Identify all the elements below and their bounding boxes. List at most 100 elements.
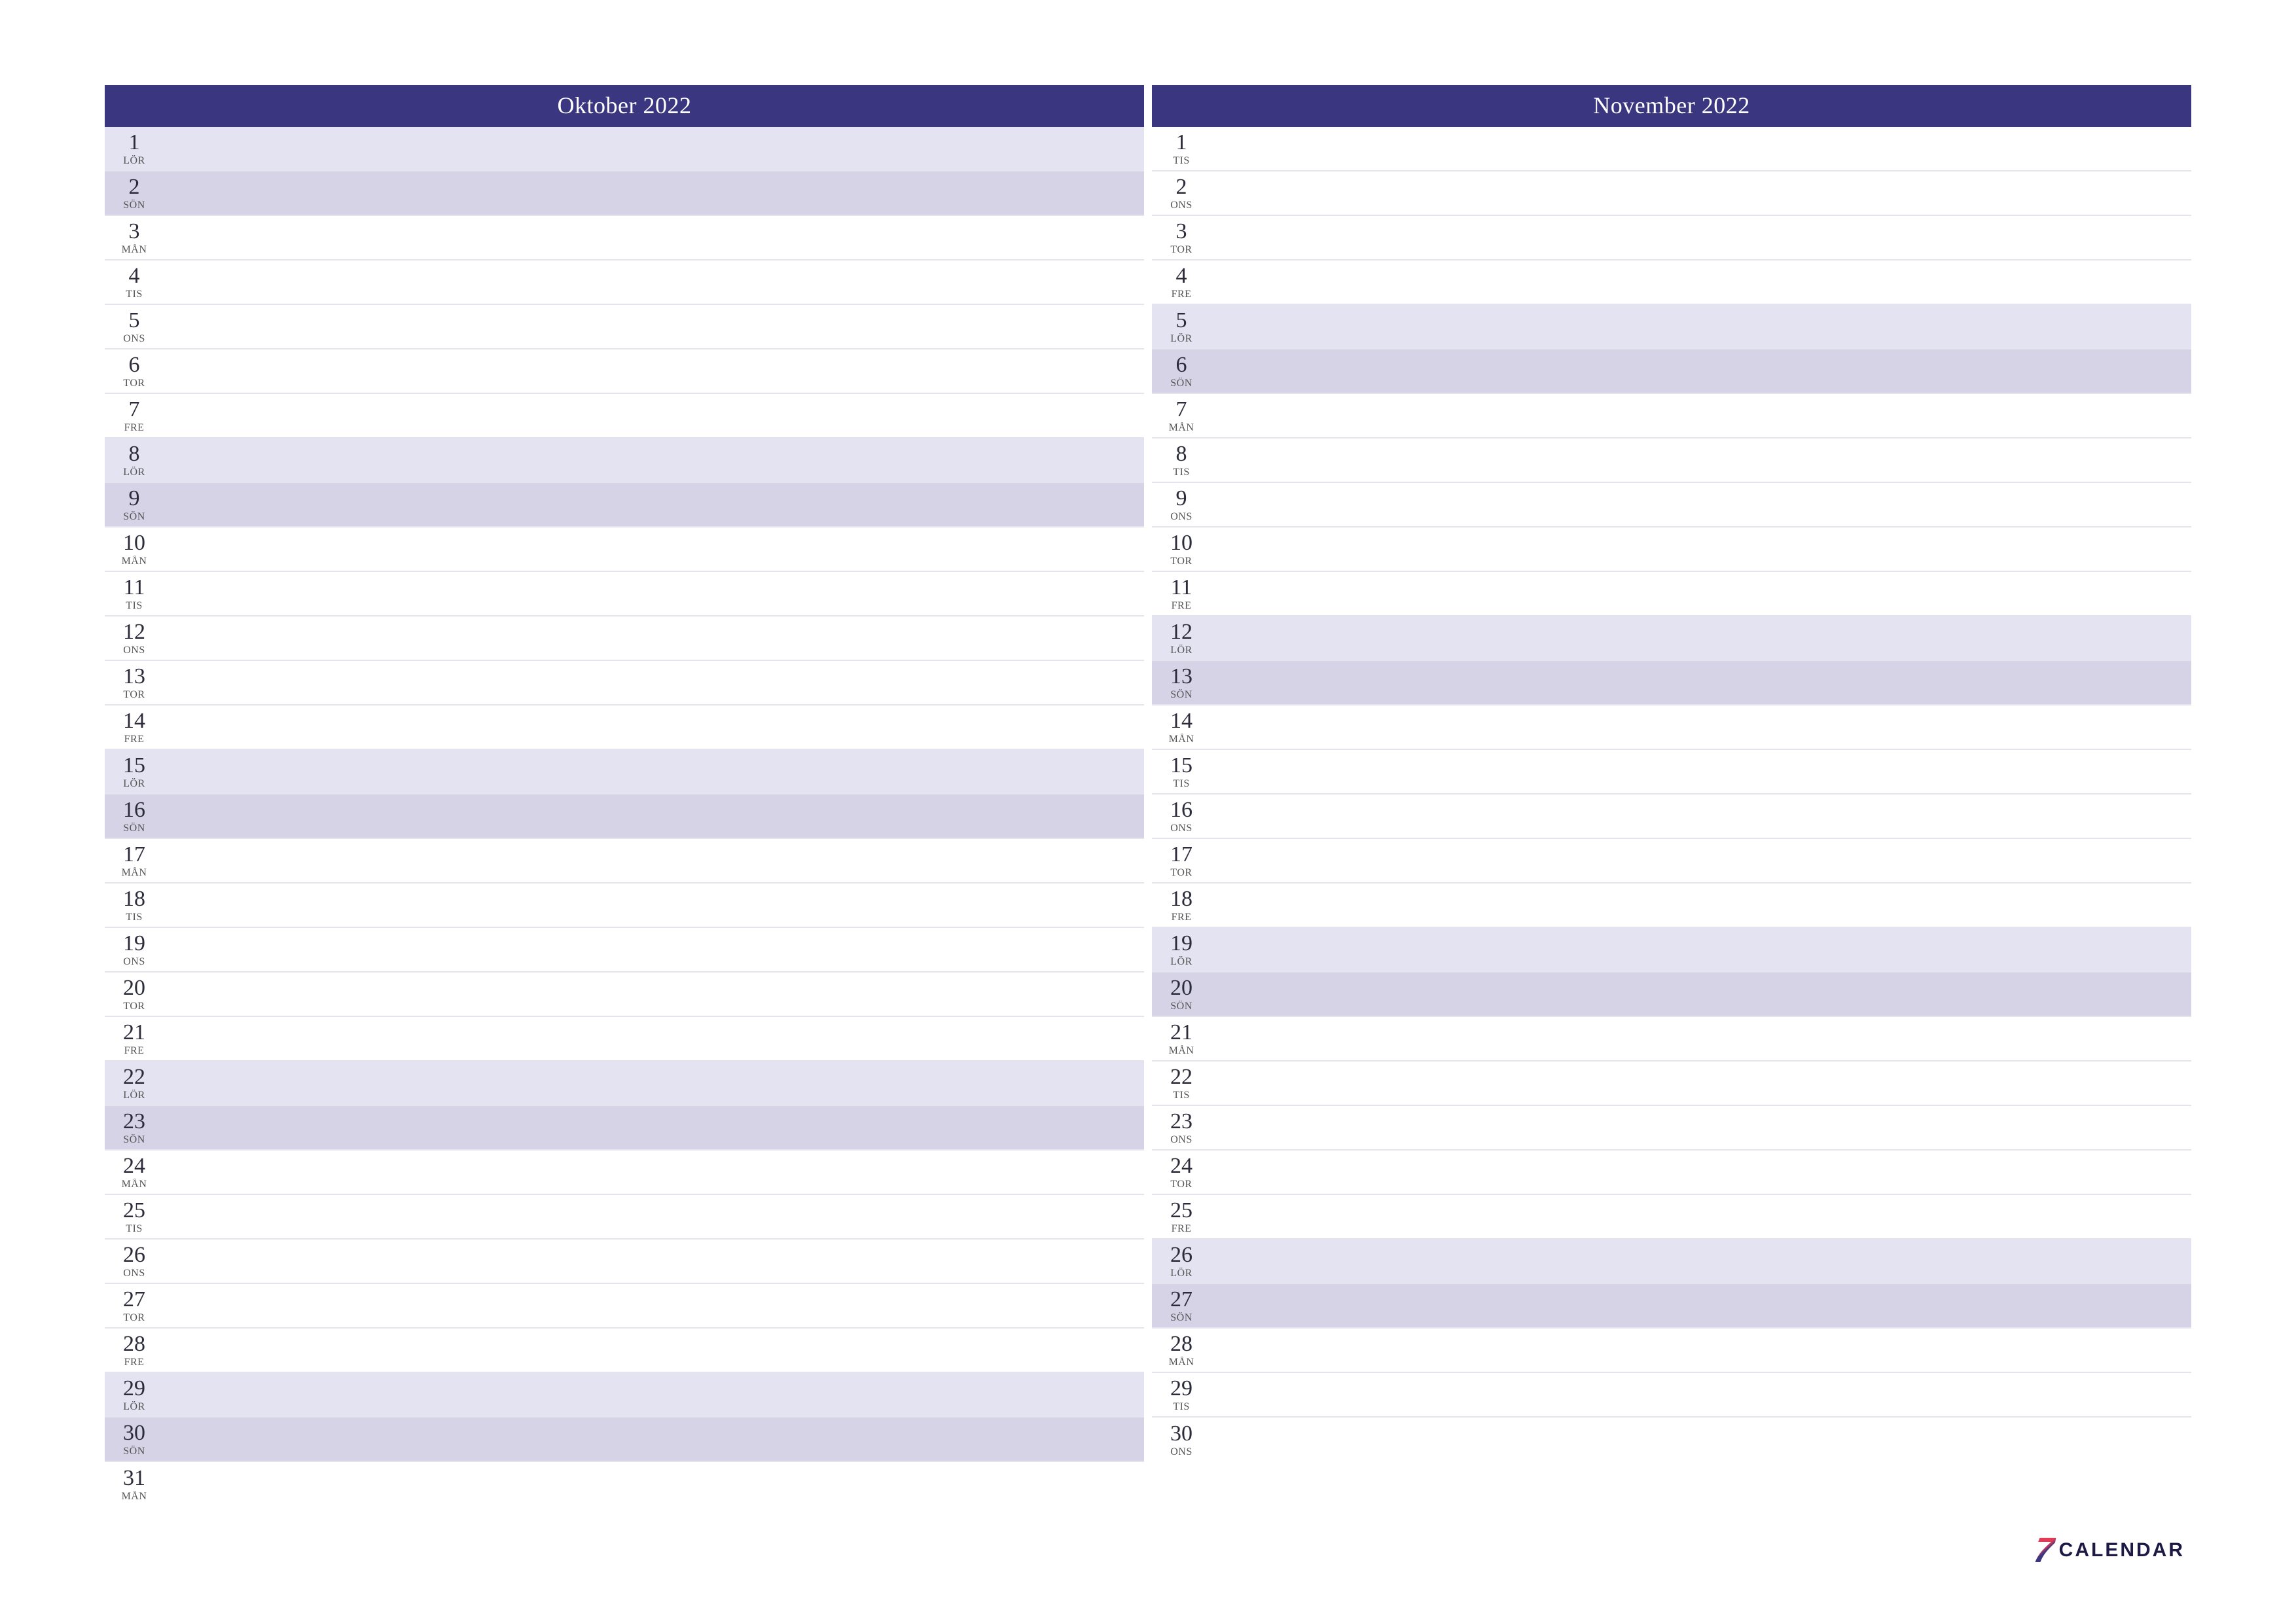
logo-word: CALENDAR bbox=[2059, 1539, 2185, 1561]
day-number: 17 bbox=[123, 844, 145, 866]
day-number: 14 bbox=[123, 710, 145, 732]
day-number: 13 bbox=[1170, 666, 1193, 688]
note-cell bbox=[164, 794, 1144, 838]
day-number: 17 bbox=[1170, 844, 1193, 866]
day-number: 22 bbox=[123, 1066, 145, 1088]
day-row: 25FRE bbox=[1152, 1195, 2191, 1240]
note-cell bbox=[1211, 527, 2191, 571]
day-row: 17MÅN bbox=[105, 839, 1144, 883]
day-row: 9SÖN bbox=[105, 483, 1144, 527]
day-cell: 3MÅN bbox=[105, 216, 164, 259]
day-row: 18 TIS bbox=[105, 883, 1144, 928]
note-cell bbox=[164, 616, 1144, 660]
day-abbr: MÅN bbox=[1169, 1357, 1194, 1368]
day-abbr: ONS bbox=[123, 1268, 145, 1279]
day-cell: 8LÖR bbox=[105, 438, 164, 482]
day-number: 4 bbox=[1176, 265, 1187, 287]
day-cell: 6TOR bbox=[105, 349, 164, 393]
day-row: 9ONS bbox=[1152, 483, 2191, 527]
day-row: 15TIS bbox=[1152, 750, 2191, 794]
note-cell bbox=[1211, 349, 2191, 393]
note-cell bbox=[164, 1061, 1144, 1105]
day-abbr: SÖN bbox=[123, 1446, 145, 1457]
day-number: 29 bbox=[123, 1378, 145, 1400]
day-abbr: ONS bbox=[1170, 1446, 1193, 1458]
note-cell bbox=[164, 305, 1144, 348]
note-cell bbox=[164, 883, 1144, 927]
day-row: 17TOR bbox=[1152, 839, 2191, 883]
day-row: 21MÅN bbox=[1152, 1017, 2191, 1061]
day-number: 25 bbox=[1170, 1200, 1193, 1222]
day-row: 8LÖR bbox=[105, 438, 1144, 483]
day-cell: 18 TIS bbox=[105, 883, 164, 927]
note-cell bbox=[164, 438, 1144, 482]
day-row: 5ONS bbox=[105, 305, 1144, 349]
day-cell: 4FRE bbox=[1152, 260, 1211, 304]
day-row: 2SÖN bbox=[105, 171, 1144, 216]
day-row: 20SÖN bbox=[1152, 972, 2191, 1017]
day-abbr: LÖR bbox=[123, 778, 145, 790]
day-number: 13 bbox=[123, 666, 145, 688]
day-number: 26 bbox=[1170, 1244, 1193, 1266]
day-row: 14FRE bbox=[105, 705, 1144, 750]
day-abbr: TIS bbox=[1173, 155, 1190, 167]
note-cell bbox=[1211, 928, 2191, 971]
note-cell bbox=[1211, 972, 2191, 1016]
day-row: 22TIS bbox=[1152, 1061, 2191, 1106]
day-row: 25TIS bbox=[105, 1195, 1144, 1240]
day-cell: 5ONS bbox=[105, 305, 164, 348]
day-number: 5 bbox=[129, 310, 140, 332]
day-abbr: LÖR bbox=[1170, 333, 1193, 345]
day-cell: 7MÅN bbox=[1152, 394, 1211, 437]
day-row: 20 TOR bbox=[105, 972, 1144, 1017]
day-cell: 21FRE bbox=[105, 1017, 164, 1060]
day-row: 10MÅN bbox=[105, 527, 1144, 572]
note-cell bbox=[1211, 1195, 2191, 1238]
day-number: 28 bbox=[123, 1333, 145, 1355]
day-abbr: FRE bbox=[1172, 1223, 1192, 1235]
day-abbr: SÖN bbox=[123, 511, 145, 523]
day-abbr: ONS bbox=[1170, 823, 1193, 834]
day-abbr: TOR bbox=[123, 1001, 145, 1012]
day-cell: 30 SÖN bbox=[105, 1418, 164, 1461]
note-cell bbox=[164, 839, 1144, 882]
day-abbr: TOR bbox=[1170, 244, 1192, 256]
day-row: 13TOR bbox=[105, 661, 1144, 705]
note-cell bbox=[1211, 1106, 2191, 1149]
day-number: 12 bbox=[1170, 621, 1193, 643]
day-number: 23 bbox=[123, 1111, 145, 1133]
day-cell: 13SÖN bbox=[1152, 661, 1211, 704]
note-cell bbox=[1211, 127, 2191, 170]
day-cell: 26LÖR bbox=[1152, 1240, 1211, 1283]
day-number: 30 bbox=[123, 1422, 145, 1444]
note-cell bbox=[1211, 394, 2191, 437]
note-cell bbox=[164, 972, 1144, 1016]
day-number: 28 bbox=[1170, 1333, 1193, 1355]
day-cell: 27SÖN bbox=[1152, 1284, 1211, 1327]
day-cell: 7FRE bbox=[105, 394, 164, 437]
day-number: 20 bbox=[123, 977, 145, 999]
note-cell bbox=[164, 1373, 1144, 1416]
day-cell: 18FRE bbox=[1152, 883, 1211, 927]
day-cell: 15LÖR bbox=[105, 750, 164, 793]
day-cell: 31MÅN bbox=[105, 1462, 164, 1507]
day-cell: 23SÖN bbox=[105, 1106, 164, 1149]
day-abbr: TIS bbox=[126, 912, 143, 923]
day-number: 9 bbox=[129, 488, 140, 510]
day-cell: 9SÖN bbox=[105, 483, 164, 526]
day-number: 16 bbox=[123, 799, 145, 821]
day-number: 1 bbox=[129, 132, 140, 154]
note-cell bbox=[1211, 839, 2191, 882]
day-row: 29LÖR bbox=[105, 1373, 1144, 1418]
day-row: 28 MÅN bbox=[1152, 1329, 2191, 1373]
day-number: 3 bbox=[1176, 221, 1187, 243]
note-cell bbox=[164, 1462, 1144, 1507]
day-abbr: TIS bbox=[126, 289, 143, 300]
note-cell bbox=[164, 127, 1144, 170]
day-number: 18 bbox=[123, 888, 145, 910]
day-row: 19ONS bbox=[105, 928, 1144, 972]
day-row: 31MÅN bbox=[105, 1462, 1144, 1507]
day-row: 6TOR bbox=[105, 349, 1144, 394]
day-number: 18 bbox=[1170, 888, 1193, 910]
note-cell bbox=[1211, 616, 2191, 660]
